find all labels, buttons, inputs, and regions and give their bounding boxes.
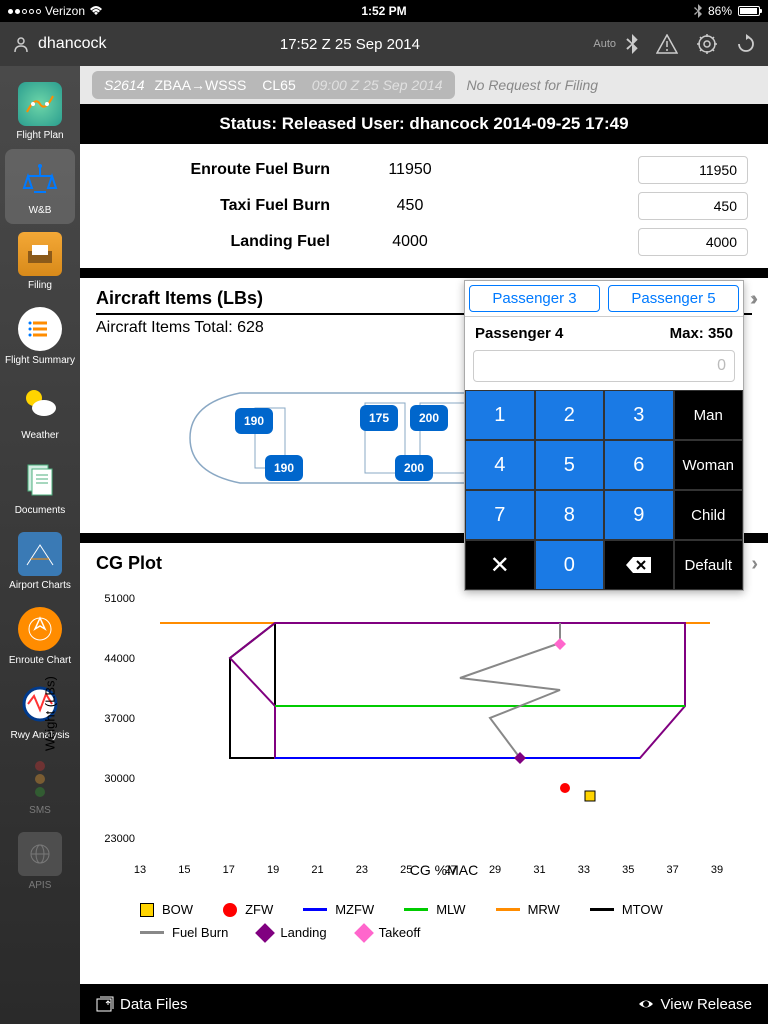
cg-plot: Weight (LBs) 51000 44000 37000 30000 230…: [80, 578, 768, 984]
flight-route: ZBAA→WSSS: [154, 77, 246, 93]
wifi-icon: [89, 6, 103, 16]
key-9[interactable]: 9: [604, 490, 674, 540]
ios-status-bar: Verizon 1:52 PM 86%: [0, 0, 768, 22]
filing-status: No Request for Filing: [467, 77, 599, 93]
status-time: 1:52 PM: [259, 4, 510, 18]
fuel-row-enroute: Enroute Fuel Burn 11950: [100, 152, 748, 188]
numeric-keypad: Passenger 3 Passenger 5 › Passenger 4 Ma…: [464, 280, 744, 591]
sidebar-item-weather[interactable]: Weather: [5, 374, 75, 449]
fuel-input-enroute[interactable]: [638, 156, 748, 184]
key-4[interactable]: 4: [465, 440, 535, 490]
view-release-button[interactable]: View Release: [637, 996, 752, 1013]
key-woman[interactable]: Woman: [674, 440, 744, 490]
sidebar-item-enroute-chart[interactable]: Enroute Chart: [5, 599, 75, 674]
auto-label: Auto: [593, 38, 616, 50]
sidebar-item-wb[interactable]: W&B: [5, 149, 75, 224]
zulu-time: 17:52 Z 25 Sep 2014: [107, 36, 594, 53]
username[interactable]: dhancock: [38, 35, 107, 53]
keypad-input[interactable]: 0: [473, 350, 735, 382]
refresh-icon[interactable]: [736, 34, 756, 54]
fuel-row-landing: Landing Fuel 4000: [100, 224, 748, 260]
flight-pill[interactable]: S2614 ZBAA→WSSS CL65 09:00 Z 25 Sep 2014: [92, 71, 455, 99]
flight-time: 09:00 Z 25 Sep 2014: [312, 77, 443, 93]
key-man[interactable]: Man: [674, 390, 744, 440]
key-close[interactable]: ✕: [465, 540, 535, 590]
key-2[interactable]: 2: [535, 390, 605, 440]
bluetooth-icon: [694, 4, 702, 18]
sidebar-item-airport-charts[interactable]: Airport Charts: [5, 524, 75, 599]
cg-legend: BOW ZFW MZFW MLW MRW MTOW Fuel Burn Land…: [140, 902, 748, 940]
seat-3[interactable]: 200: [410, 405, 448, 431]
key-0[interactable]: 0: [535, 540, 605, 590]
battery-percent: 86%: [708, 4, 732, 18]
seat-2[interactable]: 175: [360, 405, 398, 431]
seat-4[interactable]: 190: [265, 455, 303, 481]
sidebar-item-rwy-analysis[interactable]: Rwy Analysis: [5, 674, 75, 749]
app-header: dhancock 17:52 Z 25 Sep 2014 Auto: [0, 22, 768, 66]
sidebar-item-flight-plan[interactable]: Flight Plan: [5, 74, 75, 149]
key-5[interactable]: 5: [535, 440, 605, 490]
fuel-section: Enroute Fuel Burn 11950 Taxi Fuel Burn 4…: [80, 144, 768, 268]
keypad-max: Max: 350: [670, 325, 733, 342]
chevron-right-icon[interactable]: ›: [743, 289, 763, 310]
status-line: Status: Released User: dhancock 2014-09-…: [80, 104, 768, 144]
keypad-tab-next[interactable]: Passenger 5: [608, 285, 739, 312]
key-3[interactable]: 3: [604, 390, 674, 440]
seat-1[interactable]: 190: [235, 408, 273, 434]
sidebar: Flight Plan W&B Filing Flight Summary We…: [0, 66, 80, 1024]
cg-plot-svg: [140, 598, 740, 848]
battery-icon: [738, 6, 760, 16]
cg-plot-area: 51000 44000 37000 30000 23000: [140, 598, 748, 858]
keypad-title: Passenger 4: [475, 325, 563, 342]
fuel-input-landing[interactable]: [638, 228, 748, 256]
bluetooth-button[interactable]: [626, 34, 638, 54]
sidebar-item-filing[interactable]: Filing: [5, 224, 75, 299]
sidebar-item-flight-summary[interactable]: Flight Summary: [5, 299, 75, 374]
user-icon: [12, 35, 30, 53]
files-icon: [96, 996, 114, 1012]
flight-info-bar: S2614 ZBAA→WSSS CL65 09:00 Z 25 Sep 2014…: [80, 66, 768, 104]
footer-bar: Data Files View Release: [80, 984, 768, 1024]
sidebar-item-apis: APIS: [5, 824, 75, 899]
key-1[interactable]: 1: [465, 390, 535, 440]
chevron-right-icon[interactable]: ›: [751, 553, 758, 576]
key-backspace[interactable]: [604, 540, 674, 590]
backspace-icon: [625, 555, 653, 575]
fuel-row-taxi: Taxi Fuel Burn 450: [100, 188, 748, 224]
flight-number: S2614: [104, 77, 144, 93]
cg-y-label: Weight (LBs): [43, 676, 58, 751]
key-child[interactable]: Child: [674, 490, 744, 540]
warning-icon[interactable]: [656, 34, 678, 54]
key-default[interactable]: Default: [674, 540, 744, 590]
data-files-button[interactable]: Data Files: [96, 996, 188, 1013]
seat-5[interactable]: 200: [395, 455, 433, 481]
key-7[interactable]: 7: [465, 490, 535, 540]
fuel-input-taxi[interactable]: [638, 192, 748, 220]
carrier-label: Verizon: [45, 4, 85, 18]
sidebar-item-documents[interactable]: Documents: [5, 449, 75, 524]
signal-icon: [8, 9, 41, 14]
key-6[interactable]: 6: [604, 440, 674, 490]
key-8[interactable]: 8: [535, 490, 605, 540]
keypad-tab-prev[interactable]: Passenger 3: [469, 285, 600, 312]
release-icon: [637, 996, 655, 1012]
aircraft-type: CL65: [256, 77, 301, 93]
sidebar-item-sms: SMS: [5, 749, 75, 824]
gear-icon[interactable]: [696, 33, 718, 55]
